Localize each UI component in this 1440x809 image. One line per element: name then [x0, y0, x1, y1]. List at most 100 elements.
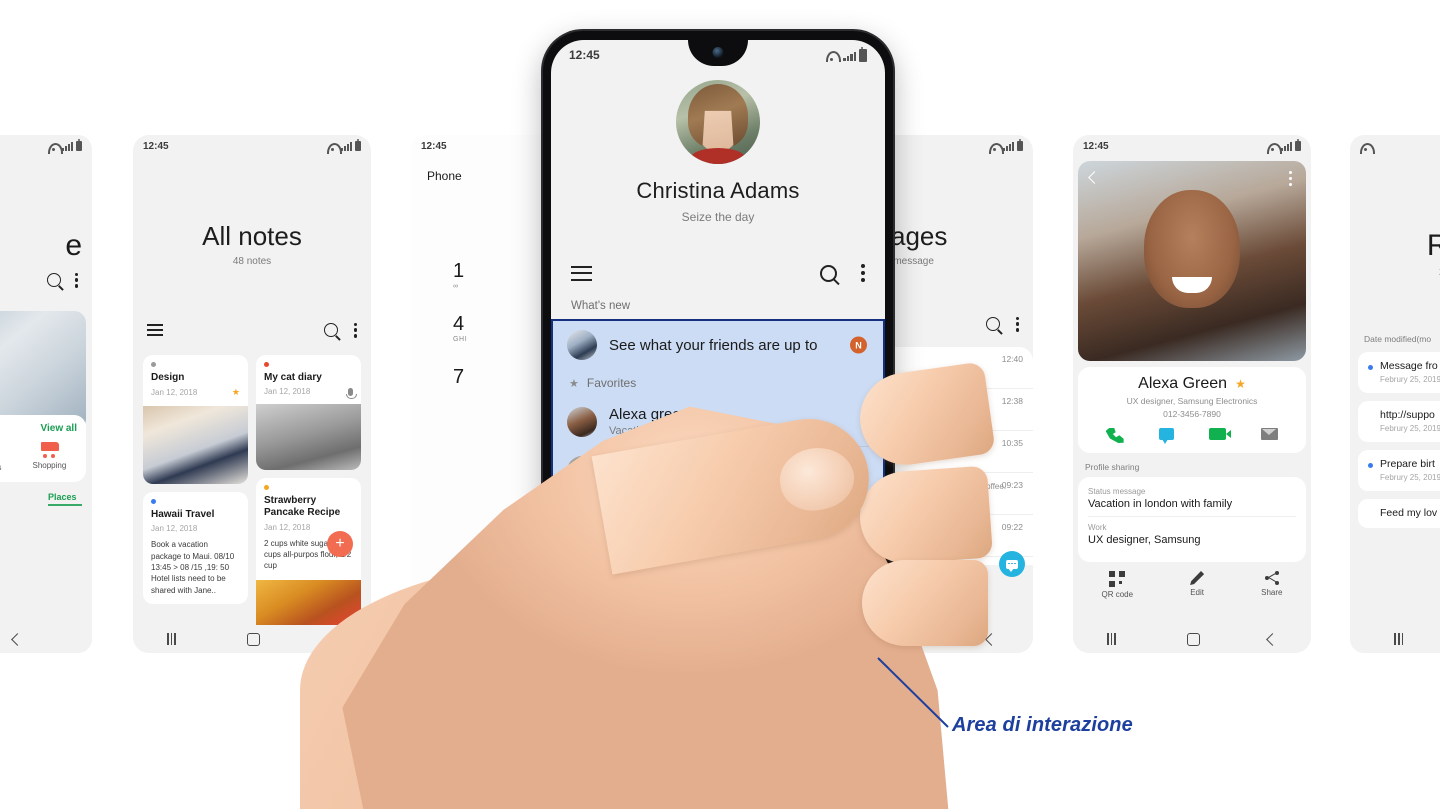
back-icon[interactable] [10, 632, 24, 646]
star-icon[interactable]: ★ [232, 387, 240, 398]
contact-role: UX designer, Samsung Electronics [1126, 396, 1258, 406]
qr-code-button[interactable]: QR code [1102, 571, 1133, 599]
more-icon[interactable] [74, 272, 78, 288]
favorites-label: Favorites [586, 376, 637, 390]
more-icon[interactable] [1288, 171, 1292, 186]
recents-icon[interactable] [1394, 633, 1407, 645]
message-icon[interactable] [1158, 428, 1174, 444]
reminder-title: Feed my lov [1380, 507, 1438, 519]
home-icon[interactable] [247, 632, 261, 646]
places-hero-image [0, 311, 86, 431]
favorite-star-icon[interactable]: ★ [1235, 377, 1246, 391]
back-icon[interactable] [1088, 171, 1101, 184]
statusbar-reminders [1350, 135, 1440, 157]
menu-icon[interactable] [571, 265, 592, 281]
category-home-slices[interactable]: ome lices [0, 442, 12, 472]
screen-reminders[interactable]: Re 2 o Date modified(mo Message fro Febr… [1350, 135, 1440, 653]
video-call-icon[interactable] [1209, 428, 1232, 440]
reminder-date: Februry 25, 2019 [1380, 424, 1440, 433]
tab-places-label: Places [48, 492, 77, 502]
share-button[interactable]: Share [1261, 571, 1282, 599]
edit-button[interactable]: Edit [1190, 571, 1205, 599]
notes-count: 48 notes [232, 256, 272, 267]
whats-new-row[interactable]: See what your friends are up to N [553, 321, 883, 369]
more-icon[interactable] [861, 264, 865, 282]
contact-field[interactable]: Work UX designer, Samsung [1088, 517, 1296, 552]
message-time: 09:23 [1001, 480, 1023, 490]
status-badge[interactable]: N [850, 336, 867, 354]
statusbar-icons [48, 139, 82, 151]
battery-icon [1017, 139, 1023, 151]
finger-pinky [862, 560, 988, 646]
places-card: View all ome lices Shopping [0, 415, 86, 482]
back-icon[interactable] [1266, 632, 1280, 646]
share-icon [1264, 571, 1279, 585]
menu-icon[interactable] [147, 324, 163, 336]
new-message-fab[interactable] [999, 551, 1025, 577]
reminder-item[interactable]: Prepare birt Februry 25, 2019 [1358, 450, 1440, 491]
screen-contact-detail[interactable]: 12:45 Alexa Green ★ UX designer, Samsung… [1073, 135, 1311, 653]
recents-icon[interactable] [166, 633, 180, 645]
note-color-dot [264, 362, 269, 367]
contact-phone-number: 012-3456-7890 [1163, 409, 1221, 419]
profile-sharing-title: Profile sharing [1085, 462, 1140, 472]
dial-key[interactable]: 1 ∞ [453, 261, 551, 290]
avatar[interactable] [676, 80, 760, 164]
note-color-dot [151, 499, 156, 505]
action-label: Share [1261, 588, 1283, 597]
search-icon[interactable] [985, 317, 1000, 331]
note-title: My cat diary [264, 372, 322, 383]
reminders-title: Re [1426, 229, 1440, 262]
field-value: UX designer, Samsung [1088, 534, 1201, 546]
wifi-icon [327, 142, 338, 151]
notes-grid: Design Jan 12, 2018 ★ Hawaii Travel Jan … [133, 347, 371, 650]
notes-appbar [133, 313, 371, 347]
dial-key[interactable]: 4 GHI [453, 314, 551, 343]
screen-notes[interactable]: 12:45 All notes 48 notes Design Jan 12, … [133, 135, 371, 653]
contact-summary-card: Alexa Green ★ UX designer, Samsung Elect… [1078, 367, 1306, 453]
dial-key[interactable]: 7 [453, 367, 551, 387]
reminder-item[interactable]: Feed my lov [1358, 499, 1440, 528]
navbar-places [0, 625, 92, 653]
search-icon[interactable] [46, 273, 61, 287]
note-card[interactable]: Hawaii Travel Jan 12, 2018 Book a vacati… [143, 492, 248, 605]
wifi-icon [989, 142, 1000, 151]
note-card[interactable]: My cat diary Jan 12, 2018 [256, 355, 361, 471]
view-all-link[interactable]: View all [0, 423, 77, 434]
call-icon[interactable] [1105, 428, 1124, 443]
mail-icon[interactable] [1261, 428, 1279, 440]
category-shopping[interactable]: Shopping [22, 442, 77, 472]
message-time: 09:22 [1001, 522, 1023, 532]
statusbar-icons [1267, 139, 1301, 151]
profile-header[interactable]: Christina Adams Seize the day [551, 70, 885, 224]
reminder-item[interactable]: Message fro Februry 25, 2019 [1358, 352, 1440, 393]
search-icon[interactable] [820, 264, 837, 282]
screen-places[interactable]: e View all ome lices Shopping [0, 135, 92, 653]
search-icon[interactable] [323, 323, 338, 337]
battery-icon [859, 46, 867, 62]
add-note-fab[interactable]: + [327, 531, 353, 557]
reminders-subtitle: 2 o [1350, 267, 1440, 278]
more-icon[interactable] [353, 322, 357, 338]
avatar [567, 406, 597, 437]
tab-places[interactable]: Places [48, 492, 82, 506]
reminder-item[interactable]: http://suppo Februry 25, 2019 [1358, 401, 1440, 442]
reminders-sort-label[interactable]: Date modified(mo [1350, 278, 1440, 352]
battery-icon [76, 139, 82, 151]
home-icon[interactable] [1187, 632, 1201, 646]
reminder-date: Februry 25, 2019 [1380, 473, 1440, 482]
more-icon[interactable] [1015, 316, 1019, 332]
recents-icon[interactable] [1106, 633, 1120, 645]
friends-avatar [567, 330, 597, 360]
message-time: 10:35 [1001, 438, 1023, 448]
battery-icon [1295, 139, 1301, 151]
note-card[interactable]: Design Jan 12, 2018 ★ [143, 355, 248, 485]
whats-new-title: See what your friends are up to [609, 336, 818, 354]
category-label: ome lices [0, 463, 12, 472]
favorites-header: ★ Favorites [553, 369, 883, 397]
star-icon: ★ [569, 377, 579, 390]
avatar-shirt [691, 148, 745, 164]
microphone-icon[interactable] [346, 387, 357, 399]
unread-dot [1368, 463, 1373, 468]
contact-field[interactable]: Status message Vacation in london with f… [1088, 481, 1296, 516]
